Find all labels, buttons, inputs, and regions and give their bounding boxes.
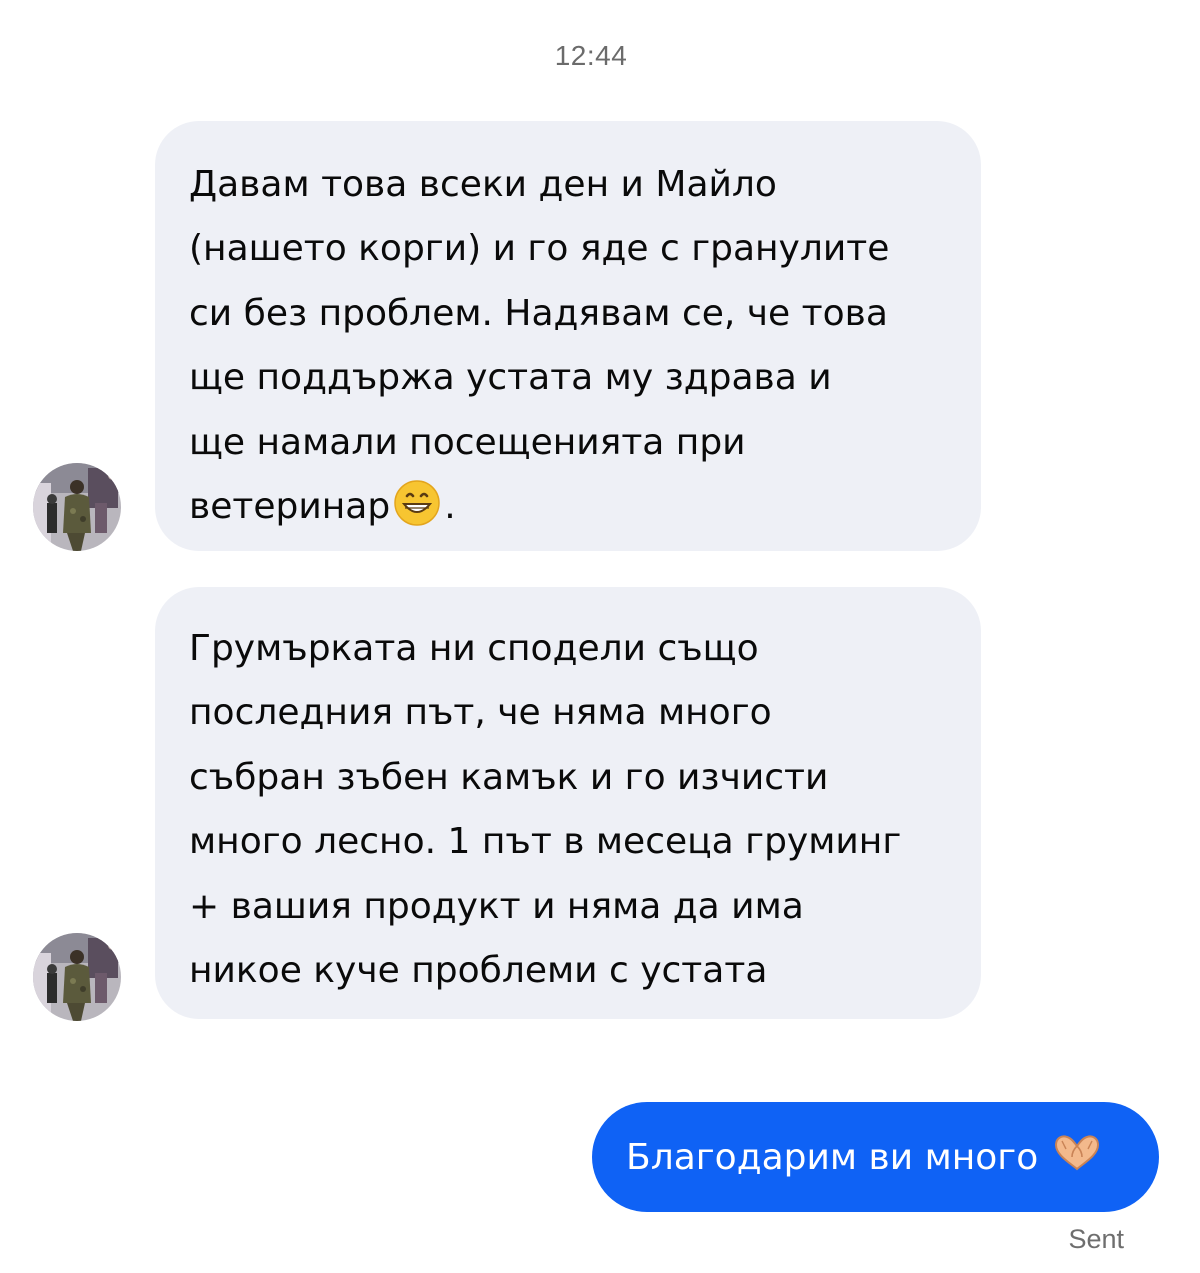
message-trailing-text: . bbox=[444, 486, 456, 528]
incoming-message-bubble[interactable]: Грумърката ни сподели също последния път… bbox=[155, 587, 981, 1019]
incoming-message-bubble[interactable]: Давам това всеки ден и Майло (нашето кор… bbox=[155, 121, 981, 551]
thread-timestamp: 12:44 bbox=[554, 40, 628, 71]
heart-hands-icon bbox=[1052, 1133, 1102, 1182]
avatar-photo-icon bbox=[33, 933, 121, 1021]
message-line-last: ветеринар. bbox=[189, 475, 947, 547]
message-line: Грумърката ни сподели също bbox=[189, 628, 759, 669]
message-line: събран зъбен камък и го изчисти bbox=[189, 756, 829, 798]
message-line: ще намали посещенията при bbox=[189, 421, 746, 463]
outgoing-message-bubble[interactable]: Благодарим ви много bbox=[592, 1102, 1159, 1212]
message-line: последния път, че няма много bbox=[189, 692, 772, 734]
message-line: си без проблем. Надявам се, че това bbox=[189, 292, 888, 334]
avatar-photo-icon bbox=[33, 463, 121, 551]
message-line: ще поддържа устата му здрава и bbox=[189, 357, 832, 399]
outgoing-message-text: Благодарим ви много bbox=[626, 1136, 1039, 1178]
message-line: + вашия продукт и няма да има bbox=[189, 885, 804, 927]
message-line-text: ветеринар bbox=[189, 486, 391, 528]
sent-status: Sent bbox=[1068, 1224, 1124, 1254]
message-line: (нашето корги) и го яде с гранулите bbox=[189, 228, 890, 270]
message-line: никое куче проблеми с устата bbox=[189, 950, 768, 992]
grinning-face-icon bbox=[394, 480, 440, 547]
sender-avatar[interactable] bbox=[33, 933, 121, 1021]
message-line: много лесно. 1 път в месеца груминг bbox=[189, 821, 902, 863]
sender-avatar[interactable] bbox=[33, 463, 121, 551]
message-line: Давам това всеки ден и Майло bbox=[189, 164, 777, 205]
